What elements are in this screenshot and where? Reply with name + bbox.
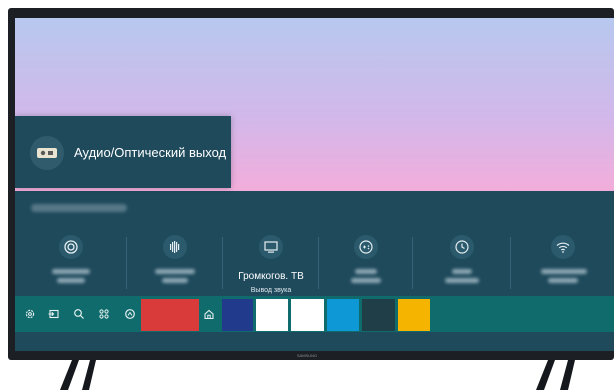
popup-label: Аудио/Оптический выход bbox=[74, 145, 227, 160]
app-tile[interactable] bbox=[398, 299, 430, 331]
app-tile[interactable] bbox=[256, 299, 288, 331]
home-icon[interactable] bbox=[202, 307, 216, 321]
quick-tile-tv-speaker[interactable]: Громкогов. ТВ Вывод звука bbox=[223, 227, 319, 297]
quick-tile-game-mode[interactable] bbox=[319, 227, 413, 297]
app-tile[interactable] bbox=[222, 299, 253, 331]
blurred-label bbox=[344, 269, 388, 287]
search-icon[interactable] bbox=[72, 307, 86, 321]
tv-stand bbox=[60, 360, 575, 390]
blurred-label bbox=[49, 269, 93, 287]
quick-tile-sound-mode[interactable] bbox=[127, 227, 223, 297]
apps-icon[interactable] bbox=[97, 307, 111, 321]
wifi-icon bbox=[550, 235, 575, 259]
settings-icon[interactable] bbox=[23, 307, 37, 321]
blurred-label bbox=[153, 269, 197, 287]
app-tile[interactable] bbox=[327, 299, 359, 331]
quick-tile-sleep-timer[interactable] bbox=[413, 227, 511, 297]
audio-optical-output-item[interactable]: Аудио/Оптический выход bbox=[15, 116, 231, 188]
sound-mode-icon bbox=[163, 235, 187, 259]
quick-tile-network[interactable] bbox=[511, 227, 614, 297]
source-icon[interactable] bbox=[47, 307, 61, 321]
brand-logo: SAMSUNG bbox=[296, 353, 318, 358]
tv-icon bbox=[259, 235, 283, 259]
tile-sublabel: Вывод звука bbox=[250, 287, 292, 294]
panel-header-blurred bbox=[31, 201, 131, 215]
app-tile[interactable] bbox=[141, 299, 199, 331]
blurred-label bbox=[440, 269, 484, 287]
optical-audio-icon bbox=[30, 136, 64, 170]
tv-screen: Громкогов. ТВ Вывод звука Аудио/Оптическ… bbox=[15, 18, 614, 351]
ambient-icon[interactable] bbox=[123, 307, 137, 321]
app-tile[interactable] bbox=[362, 299, 395, 331]
smart-hub-taskbar bbox=[15, 296, 614, 332]
app-tile[interactable] bbox=[291, 299, 324, 331]
sleep-timer-icon bbox=[450, 235, 474, 259]
blurred-label bbox=[540, 269, 587, 287]
quick-tile-picture-mode[interactable] bbox=[15, 227, 127, 297]
game-mode-icon bbox=[354, 235, 378, 259]
quick-settings-tiles: Громкогов. ТВ Вывод звука bbox=[15, 227, 614, 297]
picture-mode-icon bbox=[59, 235, 83, 259]
tile-label: Громкогов. ТВ bbox=[238, 271, 304, 282]
